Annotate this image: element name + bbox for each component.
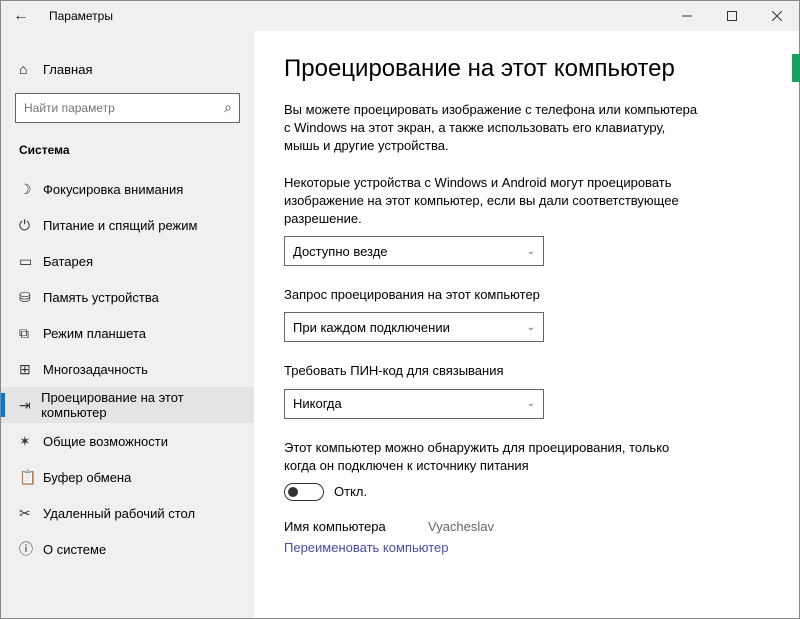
sidebar-item-label: О системе [43,542,106,557]
search-icon: ⌕ [224,99,232,116]
sidebar-item-3[interactable]: ⛁Память устройства [1,279,254,315]
sidebar-item-label: Буфер обмена [43,470,131,485]
back-button[interactable]: ← [1,7,41,25]
projection-request-label: Запрос проецирования на этот компьютер [284,286,704,304]
maximize-button[interactable] [709,1,754,31]
chevron-down-icon: ⌄ [527,246,535,257]
sidebar-item-label: Питание и спящий режим [43,218,197,233]
sidebar-item-5[interactable]: ⊞Многозадачность [1,351,254,387]
sidebar-item-label: Память устройства [43,290,159,305]
sidebar-item-1[interactable]: ⏻Питание и спящий режим [1,207,254,243]
sidebar-item-label: Многозадачность [43,362,148,377]
remote-icon: ✂ [19,505,43,522]
sidebar-item-label: Фокусировка внимания [43,182,183,197]
sidebar-item-label: Проецирование на этот компьютер [41,390,236,420]
battery-icon: ▭ [19,253,43,270]
sidebar-item-6[interactable]: ⇥Проецирование на этот компьютер [1,387,254,423]
sidebar-item-label: Батарея [43,254,93,269]
sidebar-item-9[interactable]: ✂Удаленный рабочий стол [1,495,254,531]
chevron-down-icon: ⌄ [527,322,535,333]
rename-pc-link[interactable]: Переименовать компьютер [284,540,769,555]
toggle-state-label: Откл. [334,484,367,499]
main-content: Проецирование на этот компьютер Вы может… [254,31,799,618]
projection-permission-combo[interactable]: Доступно везде ⌄ [284,236,544,266]
sidebar-item-2[interactable]: ▭Батарея [1,243,254,279]
about-icon: ⓘ [19,539,43,559]
projection-permission-label: Некоторые устройства с Windows и Android… [284,174,704,229]
sidebar-item-0[interactable]: ☽Фокусировка внимания [1,171,254,207]
pcname-value: Vyacheslav [428,519,494,534]
combo-value: Доступно везде [293,244,388,259]
shared-icon: ✶ [19,433,43,450]
power-only-label: Этот компьютер можно обнаружить для прое… [284,439,704,475]
pin-required-combo[interactable]: Никогда ⌄ [284,389,544,419]
toggle-knob [288,487,298,497]
sidebar-item-label: Удаленный рабочий стол [43,506,195,521]
clipboard-icon: 📋 [19,469,43,486]
sidebar-section-label: Система [1,137,254,171]
tablet-icon: ⧉ [19,325,43,342]
focus-assist-icon: ☽ [19,181,43,198]
titlebar: ← Параметры [1,1,799,31]
sidebar-home[interactable]: ⌂ Главная [1,51,254,87]
page-title: Проецирование на этот компьютер [284,55,769,83]
edge-tab-indicator [792,54,800,82]
power-icon: ⏻ [19,217,43,234]
close-button[interactable] [754,1,799,31]
minimize-button[interactable] [664,1,709,31]
sidebar: ⌂ Главная ⌕ Система ☽Фокусировка внимани… [1,31,254,618]
sidebar-item-label: Общие возможности [43,434,168,449]
power-only-toggle[interactable] [284,483,324,501]
sidebar-item-label: Режим планшета [43,326,146,341]
projecting-icon: ⇥ [19,397,41,414]
search-input[interactable] [15,93,240,123]
sidebar-item-4[interactable]: ⧉Режим планшета [1,315,254,351]
chevron-down-icon: ⌄ [527,398,535,409]
combo-value: При каждом подключении [293,320,450,335]
projection-request-combo[interactable]: При каждом подключении ⌄ [284,312,544,342]
pin-required-label: Требовать ПИН-код для связывания [284,362,704,380]
page-description: Вы можете проецировать изображение с тел… [284,101,704,156]
sidebar-item-10[interactable]: ⓘО системе [1,531,254,567]
sidebar-item-8[interactable]: 📋Буфер обмена [1,459,254,495]
storage-icon: ⛁ [19,289,43,306]
combo-value: Никогда [293,396,342,411]
home-label: Главная [43,62,92,77]
window-title: Параметры [41,9,113,23]
sidebar-item-7[interactable]: ✶Общие возможности [1,423,254,459]
home-icon: ⌂ [19,61,43,77]
multitask-icon: ⊞ [19,361,43,378]
pcname-label: Имя компьютера [284,519,404,534]
